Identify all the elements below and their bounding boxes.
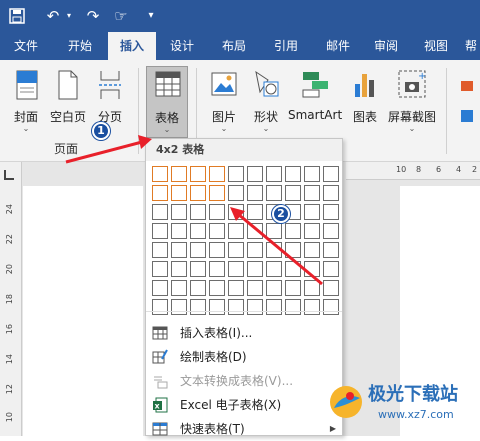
arrow-head-step1 [138, 135, 152, 149]
step-badge-1: 1 [92, 122, 110, 140]
watermark-text: 极光下载站 [368, 384, 458, 405]
arrow-step2 [237, 212, 323, 286]
step-badge-2: 2 [272, 205, 290, 223]
watermark: 极光下载站 www.xz7.com [326, 376, 480, 436]
annotation-layer [65, 135, 323, 286]
watermark-logo-icon [330, 386, 362, 418]
arrow-step1 [65, 140, 143, 164]
watermark-url: www.xz7.com [378, 408, 454, 421]
